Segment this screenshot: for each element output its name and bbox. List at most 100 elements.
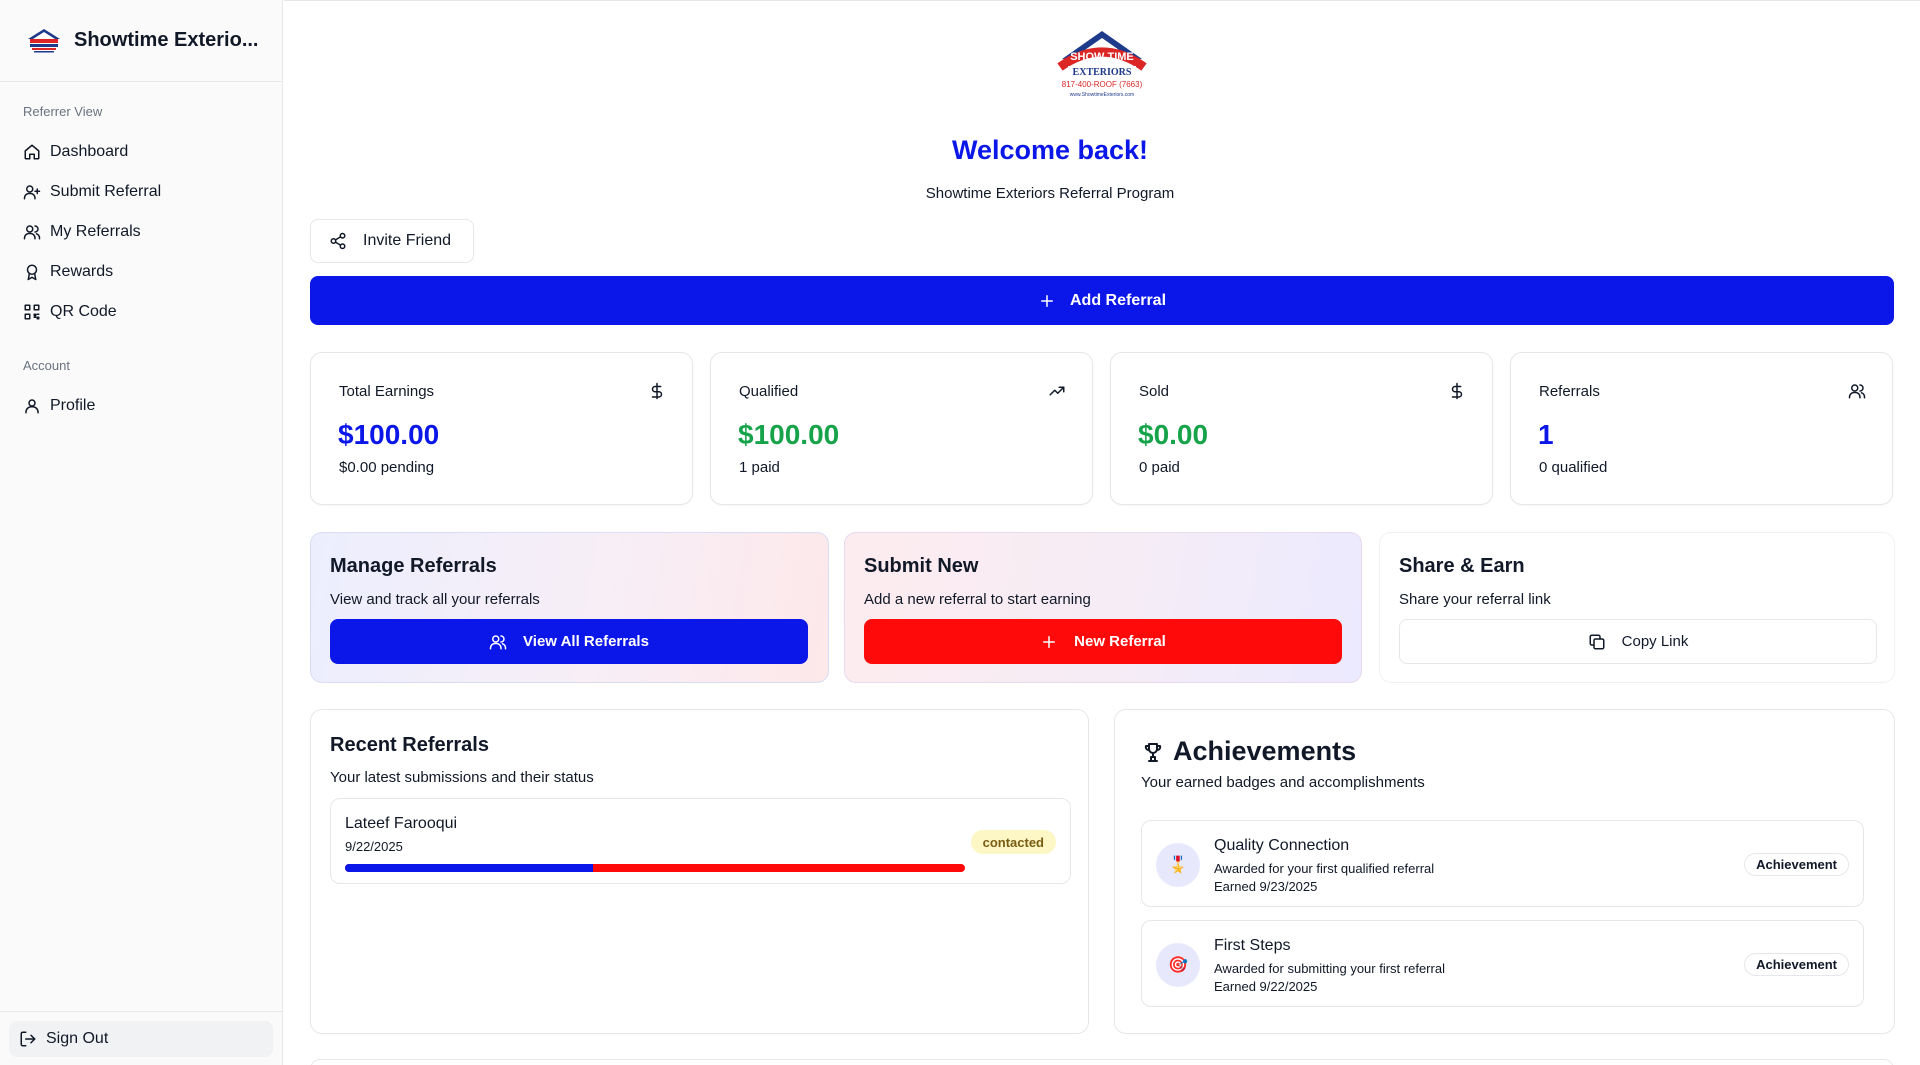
achievement-name: Quality Connection bbox=[1214, 837, 1350, 854]
list-item[interactable]: Lateef Farooqui 9/22/2025 contacted bbox=[330, 798, 1071, 884]
logo-line1: SHOW TIME bbox=[1070, 51, 1134, 63]
achievements-title: Achievements bbox=[1173, 736, 1357, 766]
qr-code-icon bbox=[24, 304, 40, 320]
logo-phone: 817-400-ROOF (7663) bbox=[1062, 80, 1143, 89]
invite-friend-button[interactable]: Invite Friend bbox=[310, 219, 474, 263]
achievements-panel: Achievements Your earned badges and acco… bbox=[1114, 709, 1895, 1034]
page-subtitle: Showtime Exteriors Referral Program bbox=[925, 185, 1175, 202]
nav-group-referrer: Dashboard Submit Referral My Referrals R… bbox=[0, 132, 282, 332]
new-referral-button[interactable]: New Referral bbox=[864, 619, 1342, 664]
sidebar-item-rewards[interactable]: Rewards bbox=[0, 252, 282, 292]
sign-out-label: Sign Out bbox=[46, 1030, 109, 1047]
sidebar-item-dashboard[interactable]: Dashboard bbox=[0, 132, 282, 172]
stat-subtext: 0 paid bbox=[1139, 459, 1180, 476]
sidebar-item-my-referrals[interactable]: My Referrals bbox=[0, 212, 282, 252]
sidebar-item-label: My Referrals bbox=[50, 223, 141, 240]
medal-icon: 🎖️ bbox=[1156, 843, 1200, 887]
user-plus-icon bbox=[23, 185, 41, 200]
sidebar-item-label: Profile bbox=[50, 397, 96, 414]
page-title: Welcome back! bbox=[951, 135, 1149, 165]
nav-group-label: Referrer View bbox=[23, 104, 103, 119]
sidebar-item-label: Submit Referral bbox=[50, 183, 162, 200]
log-out-icon bbox=[20, 1031, 36, 1047]
share-and-earn-card: Share & Earn Share your referral link Co… bbox=[1379, 532, 1895, 683]
nav-group-label: Account bbox=[23, 358, 70, 373]
referral-name: Lateef Farooqui bbox=[345, 815, 458, 832]
brand-logo-icon bbox=[28, 28, 60, 52]
award-icon bbox=[26, 264, 38, 281]
stat-title: Qualified bbox=[739, 383, 799, 400]
stat-card-qualified: Qualified $100.00 1 paid bbox=[710, 352, 1093, 505]
button-label: View All Referrals bbox=[523, 633, 649, 650]
sidebar-item-qr-code[interactable]: QR Code bbox=[0, 292, 282, 332]
stat-value: 1 bbox=[1538, 419, 1554, 450]
add-referral-button[interactable]: Add Referral bbox=[310, 276, 1894, 325]
card-description: View and track all your referrals bbox=[330, 591, 540, 608]
referral-date: 9/22/2025 bbox=[345, 839, 403, 854]
panel-description: Your earned badges and accomplishments bbox=[1141, 774, 1425, 791]
manage-referrals-card: Manage Referrals View and track all your… bbox=[310, 532, 829, 683]
stat-value: $100.00 bbox=[738, 419, 840, 450]
trophy-icon bbox=[1144, 742, 1162, 762]
stat-subtext: $0.00 pending bbox=[339, 459, 435, 476]
stat-card-sold: Sold $0.00 0 paid bbox=[1110, 352, 1493, 505]
user-icon bbox=[25, 399, 39, 414]
achievement-name: First Steps bbox=[1214, 937, 1291, 954]
plus-icon bbox=[1040, 294, 1053, 307]
users-icon bbox=[489, 634, 507, 649]
copy-icon bbox=[1589, 634, 1605, 649]
achievement-item: 🎖️ Quality Connection Awarded for your f… bbox=[1141, 820, 1864, 907]
plus-icon bbox=[1043, 635, 1056, 648]
users-icon bbox=[23, 225, 41, 240]
stat-subtext: 0 qualified bbox=[1539, 459, 1608, 476]
achievement-description: Awarded for your first qualified referra… bbox=[1214, 861, 1435, 876]
stat-value: $0.00 bbox=[1138, 419, 1209, 450]
company-logo: SHOW TIME EXTERIORS 817-400-ROOF (7663) … bbox=[1057, 31, 1147, 98]
share-icon bbox=[330, 232, 346, 250]
dollar-icon bbox=[1451, 382, 1463, 400]
home-icon bbox=[24, 144, 40, 160]
copy-link-button[interactable]: Copy Link bbox=[1399, 619, 1877, 664]
target-icon: 🎯 bbox=[1156, 943, 1200, 987]
sign-out-button[interactable]: Sign Out bbox=[9, 1021, 273, 1057]
achievement-description: Awarded for submitting your first referr… bbox=[1214, 961, 1445, 976]
stat-subtext: 1 paid bbox=[739, 459, 780, 476]
view-all-referrals-button[interactable]: View All Referrals bbox=[330, 619, 808, 664]
achievement-badge: Achievement bbox=[1744, 953, 1849, 976]
stat-title: Total Earnings bbox=[339, 383, 435, 400]
card-title: Share & Earn bbox=[1399, 555, 1525, 577]
stat-title: Referrals bbox=[1539, 383, 1600, 400]
achievement-badge: Achievement bbox=[1744, 853, 1849, 876]
status-badge: contacted bbox=[970, 830, 1056, 854]
trending-up-icon bbox=[1049, 386, 1065, 396]
logo-line2: EXTERIORS bbox=[1073, 67, 1132, 78]
achievement-earned-date: Earned 9/22/2025 bbox=[1214, 979, 1318, 994]
sidebar-footer: Sign Out bbox=[0, 1011, 282, 1065]
sidebar-header[interactable]: Showtime Exterio... bbox=[0, 0, 282, 82]
sidebar: Showtime Exterio... Referrer View Dashbo… bbox=[0, 0, 283, 1065]
card-title: Submit New bbox=[864, 555, 979, 577]
dollar-icon bbox=[651, 382, 663, 400]
achievement-item: 🎯 First Steps Awarded for submitting you… bbox=[1141, 920, 1864, 1007]
card-description: Share your referral link bbox=[1399, 591, 1551, 608]
sidebar-item-submit-referral[interactable]: Submit Referral bbox=[0, 172, 282, 212]
sidebar-item-label: Dashboard bbox=[50, 143, 129, 160]
brand-name: Showtime Exterio... bbox=[74, 29, 259, 51]
submit-new-card: Submit New Add a new referral to start e… bbox=[844, 532, 1362, 683]
panel-title: Recent Referrals bbox=[330, 734, 489, 756]
button-label: New Referral bbox=[1074, 633, 1166, 650]
referral-progress-fill bbox=[345, 864, 593, 872]
add-referral-label: Add Referral bbox=[1069, 291, 1167, 309]
sidebar-item-label: Rewards bbox=[50, 263, 114, 280]
achievement-earned-date: Earned 9/23/2025 bbox=[1214, 879, 1318, 894]
stat-value: $100.00 bbox=[338, 419, 440, 450]
card-description: Add a new referral to start earning bbox=[864, 591, 1091, 608]
logo-web: www.ShowtimeExteriors.com bbox=[1070, 92, 1134, 98]
next-section-card bbox=[310, 1059, 1894, 1065]
stat-title: Sold bbox=[1139, 383, 1170, 400]
main-content: SHOW TIME EXTERIORS 817-400-ROOF (7663) … bbox=[284, 0, 1920, 1065]
sidebar-item-profile[interactable]: Profile bbox=[0, 386, 282, 426]
users-icon bbox=[1848, 384, 1866, 399]
referral-progress-bar bbox=[345, 864, 965, 872]
card-title: Manage Referrals bbox=[330, 555, 497, 577]
